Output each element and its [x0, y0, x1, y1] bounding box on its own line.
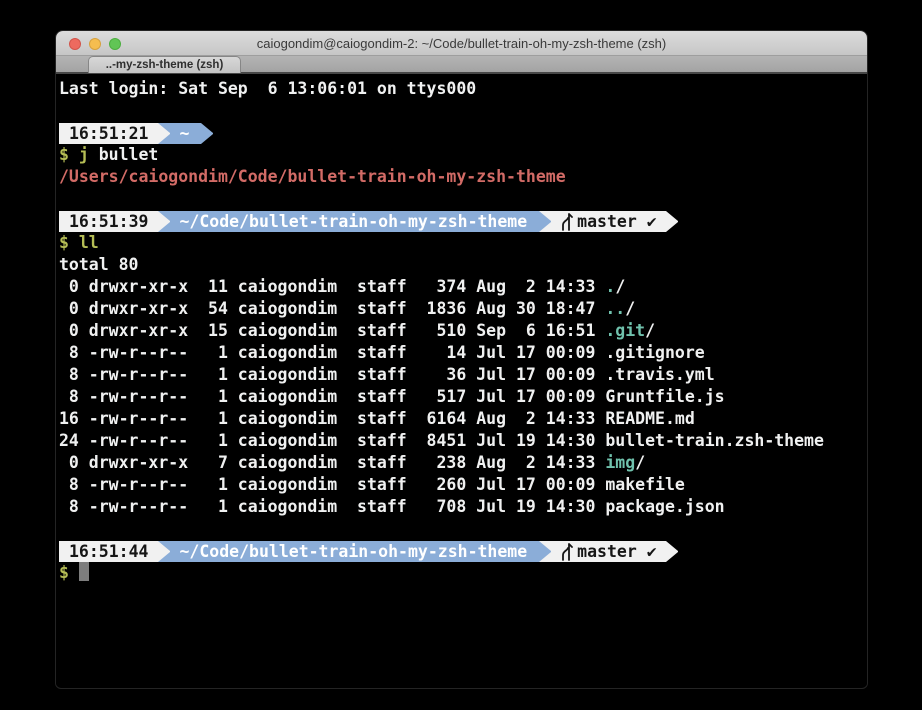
- terminal-text: total 80: [59, 255, 138, 274]
- tab-bar: ..-my-zsh-theme (zsh): [56, 56, 867, 74]
- terminal-text: $: [59, 145, 69, 164]
- terminal-text: /: [635, 453, 645, 472]
- terminal-text: .travis.yml: [605, 365, 714, 384]
- terminal-text: .: [605, 277, 615, 296]
- terminal-text: [69, 233, 79, 252]
- terminal-line: 8 -rw-r--r-- 1 caiogondim staff 14 Jul 1…: [59, 342, 863, 364]
- shell-prompt: 16:51:44 ~/Code/bullet-train-oh-my-zsh-th…: [59, 540, 863, 562]
- terminal-text: 8 -rw-r--r-- 1 caiogondim staff 517 Jul …: [59, 387, 605, 406]
- shell-prompt: 16:51:39 ~/Code/bullet-train-oh-my-zsh-th…: [59, 210, 863, 232]
- terminal-window: caiogondim@caiogondim-2: ~/Code/bullet-t…: [56, 31, 867, 688]
- terminal-text: /Users/caiogondim/Code/bullet-train-oh-m…: [59, 167, 566, 186]
- terminal-text: 0 drwxr-xr-x 7 caiogondim staff 238 Aug …: [59, 453, 605, 472]
- terminal-text: 0 drwxr-xr-x 15 caiogondim staff 510 Sep…: [59, 321, 605, 340]
- terminal-line: 0 drwxr-xr-x 15 caiogondim staff 510 Sep…: [59, 320, 863, 342]
- blank-line: [59, 100, 863, 122]
- terminal-text: makefile: [605, 475, 684, 494]
- terminal-line: $ ll: [59, 232, 863, 254]
- terminal-line: 8 -rw-r--r-- 1 caiogondim staff 517 Jul …: [59, 386, 863, 408]
- git-clean-check-icon: ✔: [647, 211, 657, 232]
- terminal-line: /Users/caiogondim/Code/bullet-train-oh-m…: [59, 166, 863, 188]
- terminal-text: package.json: [605, 497, 724, 516]
- terminal-line: 16 -rw-r--r-- 1 caiogondim staff 6164 Au…: [59, 408, 863, 430]
- terminal-text: .gitignore: [605, 343, 704, 362]
- tab-zsh[interactable]: ..-my-zsh-theme (zsh): [88, 56, 241, 73]
- terminal-text: img: [605, 453, 635, 472]
- terminal-text: $: [59, 233, 69, 252]
- terminal-cursor[interactable]: [79, 562, 89, 581]
- git-branch-name: master: [577, 211, 647, 232]
- blank-line: [59, 518, 863, 540]
- terminal-text: ll: [79, 233, 99, 252]
- terminal-text: 24 -rw-r--r-- 1 caiogondim staff 8451 Ju…: [59, 431, 605, 450]
- git-branch-icon: [559, 542, 573, 561]
- powerline-arrow-icon: [539, 211, 551, 232]
- terminal-text: bullet-train.zsh-theme: [605, 431, 824, 450]
- terminal-line: 8 -rw-r--r-- 1 caiogondim staff 708 Jul …: [59, 496, 863, 518]
- terminal-text: 8 -rw-r--r-- 1 caiogondim staff 708 Jul …: [59, 497, 605, 516]
- terminal-text: /: [625, 299, 635, 318]
- git-branch-name: master: [577, 541, 647, 562]
- terminal-text: /: [615, 277, 625, 296]
- powerline-arrow-icon: [158, 211, 170, 232]
- terminal-line: $: [59, 562, 863, 584]
- powerline-arrow-icon: [539, 541, 551, 562]
- prompt-directory-segment: ~/Code/bullet-train-oh-my-zsh-theme: [170, 541, 539, 562]
- terminal-text: ..: [605, 299, 625, 318]
- powerline-arrow-icon: [158, 541, 170, 562]
- terminal-text: README.md: [605, 409, 694, 428]
- terminal-text: 16 -rw-r--r-- 1 caiogondim staff 6164 Au…: [59, 409, 605, 428]
- terminal-line: 0 drwxr-xr-x 7 caiogondim staff 238 Aug …: [59, 452, 863, 474]
- terminal-line: 8 -rw-r--r-- 1 caiogondim staff 36 Jul 1…: [59, 364, 863, 386]
- shell-prompt: 16:51:21 ~: [59, 122, 863, 144]
- powerline-arrow-icon: [201, 123, 213, 144]
- terminal-text: bullet: [89, 145, 159, 164]
- blank-line: [59, 188, 863, 210]
- terminal-text: [69, 563, 79, 582]
- terminal-text: [69, 145, 79, 164]
- prompt-time-segment: 16:51:39: [59, 211, 158, 232]
- terminal-text: $: [59, 563, 69, 582]
- git-clean-check-icon: ✔: [647, 541, 657, 562]
- terminal-text: 0 drwxr-xr-x 54 caiogondim staff 1836 Au…: [59, 299, 605, 318]
- prompt-directory-segment: ~/Code/bullet-train-oh-my-zsh-theme: [170, 211, 539, 232]
- powerline-arrow-icon: [666, 541, 678, 562]
- terminal-text: j: [79, 145, 89, 164]
- terminal-line: 24 -rw-r--r-- 1 caiogondim staff 8451 Ju…: [59, 430, 863, 452]
- terminal-line: $ j bullet: [59, 144, 863, 166]
- git-branch-icon: [559, 212, 573, 231]
- terminal-line: 0 drwxr-xr-x 54 caiogondim staff 1836 Au…: [59, 298, 863, 320]
- terminal-text: 8 -rw-r--r-- 1 caiogondim staff 260 Jul …: [59, 475, 605, 494]
- window-title: caiogondim@caiogondim-2: ~/Code/bullet-t…: [56, 31, 867, 56]
- terminal-text: .git: [605, 321, 645, 340]
- terminal-line: 0 drwxr-xr-x 11 caiogondim staff 374 Aug…: [59, 276, 863, 298]
- prompt-time-segment: 16:51:44: [59, 541, 158, 562]
- powerline-arrow-icon: [666, 211, 678, 232]
- terminal-text: 8 -rw-r--r-- 1 caiogondim staff 14 Jul 1…: [59, 343, 605, 362]
- powerline-arrow-icon: [158, 123, 170, 144]
- terminal-screen[interactable]: Last login: Sat Sep 6 13:06:01 on ttys00…: [56, 74, 867, 686]
- prompt-git-segment: master ✔: [551, 211, 665, 232]
- prompt-time-segment: 16:51:21: [59, 123, 158, 144]
- terminal-line: 8 -rw-r--r-- 1 caiogondim staff 260 Jul …: [59, 474, 863, 496]
- terminal-text: Gruntfile.js: [605, 387, 724, 406]
- terminal-text: Last login: Sat Sep 6 13:06:01 on ttys00…: [59, 79, 476, 98]
- terminal-line: Last login: Sat Sep 6 13:06:01 on ttys00…: [59, 78, 863, 100]
- terminal-text: 8 -rw-r--r-- 1 caiogondim staff 36 Jul 1…: [59, 365, 605, 384]
- terminal-line: total 80: [59, 254, 863, 276]
- terminal-text: 0 drwxr-xr-x 11 caiogondim staff 374 Aug…: [59, 277, 605, 296]
- titlebar[interactable]: caiogondim@caiogondim-2: ~/Code/bullet-t…: [56, 31, 867, 56]
- prompt-git-segment: master ✔: [551, 541, 665, 562]
- prompt-directory-segment: ~: [170, 123, 201, 144]
- terminal-text: /: [645, 321, 655, 340]
